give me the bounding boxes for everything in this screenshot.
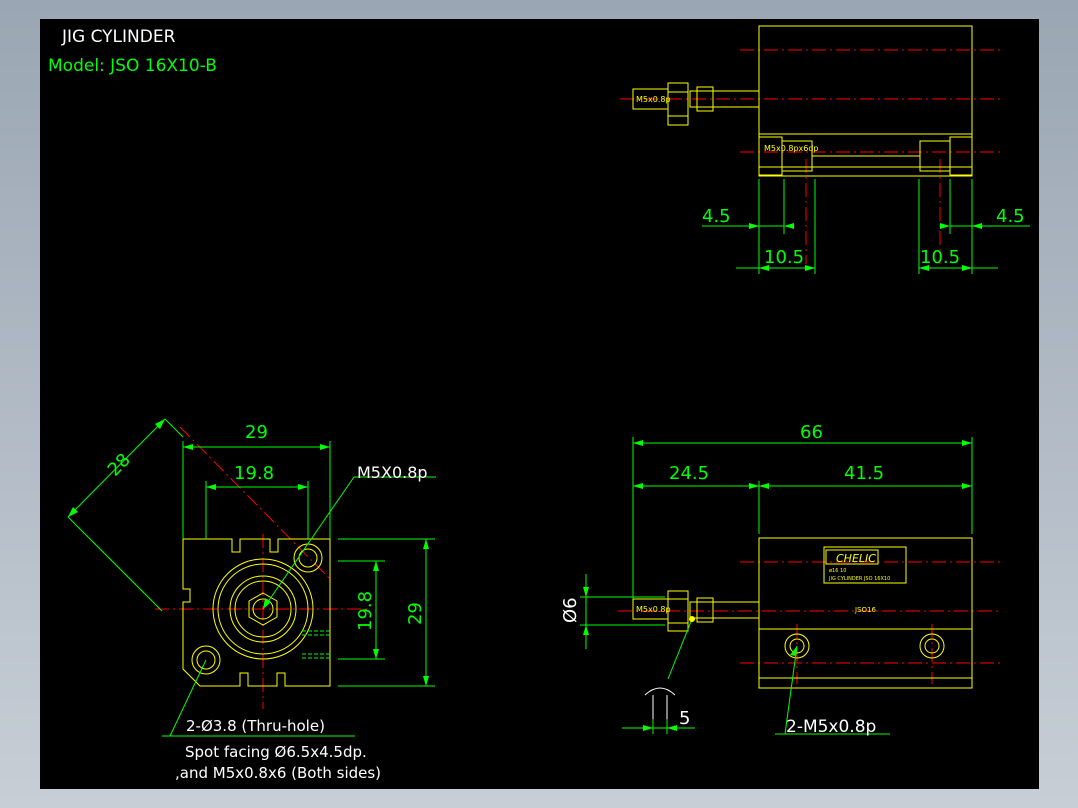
top-counterbore-label: M5x0.8px6dp xyxy=(764,144,819,153)
drawing-title: JIG CYLINDER xyxy=(61,27,176,47)
hole-note-1: 2-Ø3.8 (Thru-hole) xyxy=(186,717,325,735)
thread-label: M5X0.8p xyxy=(357,463,428,482)
side-view: CHELIC ø16 10 JIG CYLINDER JSO 16X10 JSO… xyxy=(560,422,1000,737)
dim-wrench-flat: 5 xyxy=(679,708,690,729)
hole-note-3: ,and M5x0.8x6 (Both sides) xyxy=(175,764,381,782)
dim-front-height-outer: 29 xyxy=(405,602,426,625)
dim-side-total: 66 xyxy=(800,422,823,443)
hole-note-2: Spot facing Ø6.5x4.5dp. xyxy=(185,743,367,761)
top-port-label: M5x0.8p xyxy=(636,95,671,104)
top-view: M5x0.8p M5x0.8px6dp 4.5 10.5 10.5 4.5 xyxy=(620,25,1030,274)
model-code: JSO16 xyxy=(854,606,876,614)
front-view-body xyxy=(182,538,331,687)
dim-top-right-small: 4.5 xyxy=(996,206,1025,227)
nameplate-line-1: ø16 10 xyxy=(829,568,846,574)
wrench-sketch xyxy=(644,687,676,719)
front-view: 29 19.8 28 19.8 29 M5X0.8p 2-Ø3.8 (Thru-… xyxy=(67,418,436,782)
top-view-centerlines xyxy=(620,49,1000,264)
dim-front-width-outer: 29 xyxy=(245,422,268,443)
dim-front-width-inner: 19.8 xyxy=(234,463,274,484)
drawing-canvas: JIG CYLINDER Model: JSO 16X10-B M5x0.8p … xyxy=(48,25,1030,782)
dim-top-right-large: 10.5 xyxy=(920,247,960,268)
dim-side-left: 24.5 xyxy=(669,463,709,484)
dim-side-right: 41.5 xyxy=(844,463,884,484)
dim-top-left-large: 10.5 xyxy=(764,247,804,268)
brand-label: CHELIC xyxy=(836,552,876,565)
side-view-outline xyxy=(632,537,973,689)
port-marker-dot xyxy=(689,616,695,622)
nameplate-line-2: JIG CYLINDER JSO 16X10 xyxy=(828,576,890,582)
top-view-outline xyxy=(632,25,973,177)
side-view-dimensions xyxy=(580,437,973,735)
side-port-label: M5x0.8p xyxy=(636,605,671,614)
side-port-note: 2-M5x0.8p xyxy=(786,717,876,737)
dim-rod-diameter: Ø6 xyxy=(560,597,581,623)
model-label: Model: JSO 16X10-B xyxy=(48,56,217,76)
cad-viewport[interactable]: JIG CYLINDER Model: JSO 16X10-B M5x0.8p … xyxy=(40,19,1039,789)
dim-front-height-inner: 19.8 xyxy=(355,591,376,631)
dim-top-left-small: 4.5 xyxy=(702,206,731,227)
